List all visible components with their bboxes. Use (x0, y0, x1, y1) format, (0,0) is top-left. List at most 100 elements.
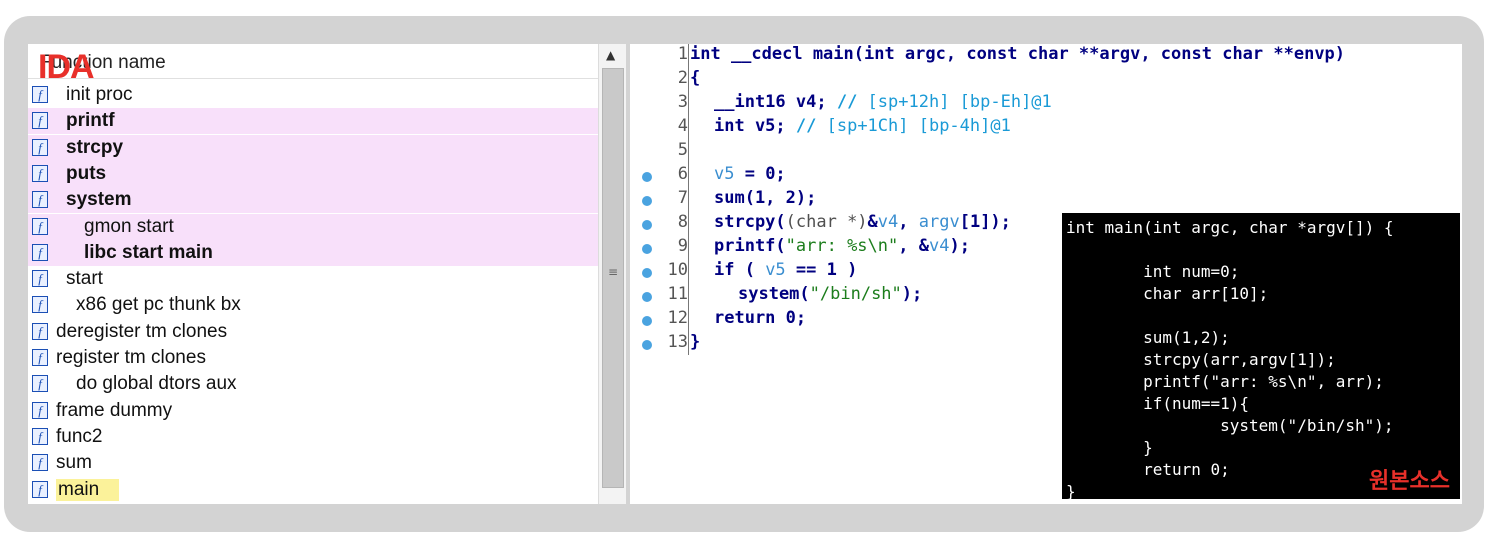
line-separator (688, 331, 689, 355)
line-number: 4 (677, 116, 688, 136)
close-brace: } (690, 332, 701, 352)
code-text[interactable]: system("/bin/sh"); (738, 284, 922, 304)
line-number: 2 (677, 68, 688, 88)
function-icon: f (32, 296, 48, 314)
code-text[interactable]: int v5; // [sp+1Ch] [bp-4h]@1 (714, 116, 1011, 136)
scrollbar-thumb[interactable]: ≡ (602, 68, 624, 488)
breakpoint-dot[interactable] (642, 292, 652, 302)
function-icon: f (32, 243, 48, 261)
string-literal: "/bin/sh" (809, 284, 902, 304)
code-text[interactable]: return 0; (714, 308, 806, 328)
call-part: strcpy( (714, 212, 786, 232)
line-number: 8 (677, 212, 688, 232)
code-line[interactable]: 1 int __cdecl main(int argc, const char … (630, 44, 1462, 68)
function-list-item[interactable]: f start (28, 266, 598, 292)
line-number: 12 (667, 308, 688, 328)
function-name: sum (56, 452, 92, 474)
line-separator (688, 115, 689, 139)
function-icon: f (32, 454, 48, 472)
function-list-item[interactable]: f register tm clones (28, 345, 598, 371)
breakpoint-dot[interactable] (642, 316, 652, 326)
code-text[interactable]: printf("arr: %s\n", &v4); (714, 236, 970, 256)
code-text[interactable]: if ( v5 == 1 ) (714, 260, 857, 280)
variable: v4 (877, 212, 899, 232)
line-number: 13 (667, 332, 688, 352)
function-icon: f (32, 427, 48, 445)
function-icon: f (32, 138, 48, 156)
function-name: init proc (66, 84, 133, 105)
function-name: register tm clones (56, 347, 206, 368)
breakpoint-dot[interactable] (642, 220, 652, 230)
stack-comment: [sp+12h] [bp-Eh]@1 (867, 92, 1052, 112)
grip-icon: ≡ (607, 265, 619, 279)
function-list-item[interactable]: f main (28, 477, 598, 503)
call-part: printf( (714, 236, 786, 256)
call-part: , & (898, 236, 929, 256)
code-text[interactable]: strcpy((char *)&v4, argv[1]); (714, 212, 1011, 232)
function-list-item[interactable]: f func2 (28, 424, 598, 450)
variable: v5 (765, 260, 786, 280)
function-list-item[interactable]: f gmon start (28, 213, 598, 240)
if-part: if ( (714, 260, 766, 280)
function-name: func2 (56, 425, 103, 447)
type-cast: (char *) (785, 212, 868, 232)
function-list-item[interactable]: f libc start main (28, 239, 598, 266)
arrow-up-icon[interactable]: ▲ (606, 48, 615, 62)
function-list-item[interactable]: f puts (28, 160, 598, 187)
function-list-item[interactable]: f printf (28, 108, 598, 135)
code-line[interactable]: 7 sum(1, 2); (630, 187, 1462, 212)
call-part: , (898, 212, 919, 232)
line-number: 1 (677, 44, 688, 64)
function-icon: f (32, 401, 48, 419)
function-name: printf (66, 110, 115, 132)
function-list-scrollbar[interactable]: ▲ ≡ (598, 44, 627, 504)
code-line[interactable]: 6 v5 = 0; (630, 163, 1462, 188)
code-line[interactable]: 5 (630, 139, 1462, 164)
breakpoint-dot[interactable] (642, 196, 652, 206)
code-text[interactable]: { (690, 68, 700, 88)
code-text[interactable]: v5 = 0; (714, 164, 786, 184)
call-part: & (867, 212, 878, 232)
function-list-item[interactable]: f strcpy (28, 134, 598, 161)
code-line[interactable]: 3 __int16 v4; // [sp+12h] [bp-Eh]@1 (630, 91, 1462, 116)
breakpoint-dot[interactable] (642, 268, 652, 278)
function-icon: f (32, 112, 48, 130)
stack-comment: [sp+1Ch] [bp-4h]@1 (826, 116, 1011, 136)
function-name: main (56, 478, 120, 501)
function-list-item[interactable]: f frame dummy (28, 398, 598, 424)
call-part: [1]); (959, 212, 1011, 232)
function-list-item[interactable]: f init proc (28, 82, 598, 108)
line-number: 3 (677, 92, 688, 112)
line-separator (688, 139, 689, 163)
function-list-item[interactable]: f sum (28, 450, 598, 476)
function-icon: f (32, 164, 48, 182)
code-line[interactable]: 2 { (630, 67, 1462, 92)
call-statement: sum(1, 2); (714, 188, 817, 208)
function-list-header[interactable]: Function name (28, 44, 598, 79)
function-name: gmon start (84, 215, 174, 237)
breakpoint-dot[interactable] (642, 172, 652, 182)
if-part: == 1 ) (785, 260, 858, 280)
code-text[interactable]: __int16 v4; // [sp+12h] [bp-Eh]@1 (714, 92, 1052, 112)
code-line[interactable]: 4 int v5; // [sp+1Ch] [bp-4h]@1 (630, 115, 1462, 140)
function-list-item[interactable]: f do global dtors aux (28, 371, 598, 397)
function-list-item[interactable]: f system (28, 187, 598, 214)
code-text[interactable]: } (690, 332, 700, 352)
function-list-item[interactable]: f deregister tm clones (28, 319, 598, 345)
line-separator (688, 283, 689, 307)
code-text[interactable]: int __cdecl main(int argc, const char **… (690, 44, 1345, 64)
function-icon: f (32, 217, 48, 235)
function-icon: f (32, 375, 48, 393)
function-name: x86 get pc thunk bx (76, 294, 241, 316)
line-separator (688, 259, 689, 283)
ida-overlay-label: IDA (38, 48, 95, 86)
variable: v4 (928, 236, 950, 256)
function-list-item[interactable]: f x86 get pc thunk bx (28, 292, 598, 318)
line-separator (688, 91, 689, 115)
breakpoint-dot[interactable] (642, 340, 652, 350)
code-text[interactable]: sum(1, 2); (714, 188, 816, 208)
function-icon: f (32, 86, 48, 103)
function-name: do global dtors aux (76, 373, 237, 395)
line-separator (688, 211, 689, 235)
breakpoint-dot[interactable] (642, 244, 652, 254)
